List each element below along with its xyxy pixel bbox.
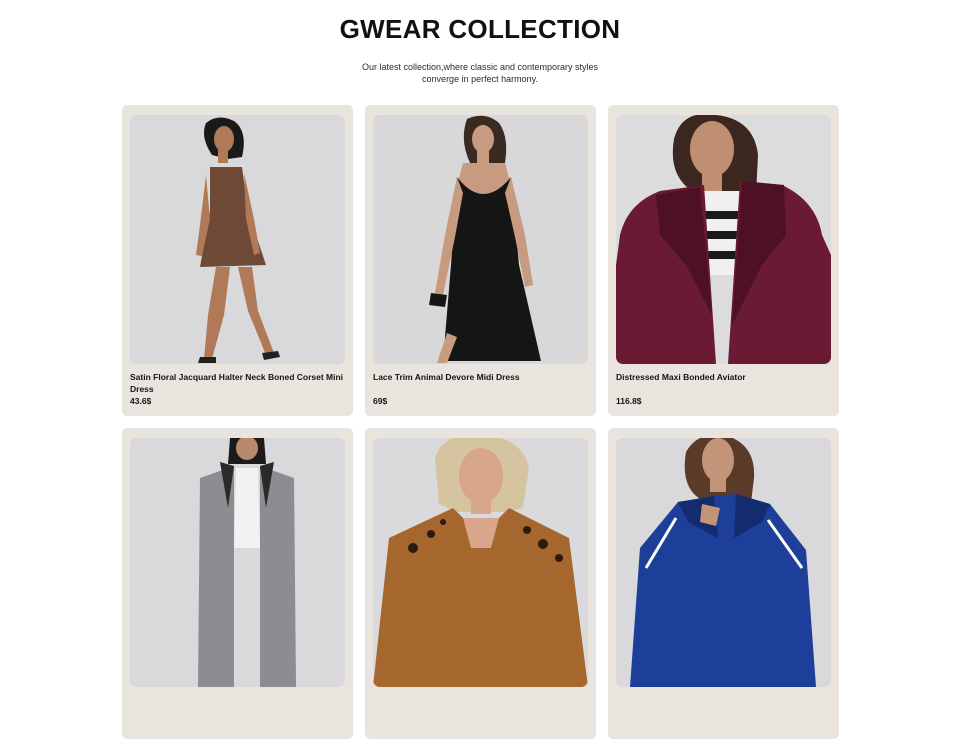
product-card[interactable] bbox=[608, 428, 839, 739]
product-image[interactable] bbox=[130, 115, 345, 364]
product-name[interactable] bbox=[130, 694, 345, 718]
product-price: 43.6$ bbox=[130, 396, 152, 406]
product-card[interactable] bbox=[122, 428, 353, 739]
product-card[interactable]: Distressed Maxi Bonded Aviator 116.8$ bbox=[608, 105, 839, 416]
page: GWEAR COLLECTION Our latest collection,w… bbox=[0, 0, 960, 739]
product-name[interactable]: Lace Trim Animal Devore Midi Dress bbox=[373, 371, 588, 395]
product-name[interactable]: Satin Floral Jacquard Halter Neck Boned … bbox=[130, 371, 345, 395]
model-brown-dress-illustration bbox=[130, 115, 345, 364]
page-subtitle: Our latest collection,where classic and … bbox=[361, 62, 599, 84]
product-card[interactable]: Satin Floral Jacquard Halter Neck Boned … bbox=[122, 105, 353, 416]
product-name[interactable] bbox=[373, 694, 588, 718]
page-title: GWEAR COLLECTION bbox=[339, 14, 621, 44]
model-leopard-jacket-illustration bbox=[373, 438, 588, 687]
model-burgundy-aviator-illustration bbox=[616, 115, 831, 364]
model-black-lace-dress-illustration bbox=[373, 115, 588, 364]
product-image[interactable] bbox=[373, 115, 588, 364]
product-grid: Satin Floral Jacquard Halter Neck Boned … bbox=[122, 105, 839, 739]
product-name[interactable] bbox=[616, 694, 831, 718]
model-blue-track-jacket-illustration bbox=[616, 438, 831, 687]
product-name[interactable]: Distressed Maxi Bonded Aviator bbox=[616, 371, 831, 395]
product-price: 116.8$ bbox=[616, 396, 642, 406]
product-image[interactable] bbox=[130, 438, 345, 687]
product-image[interactable] bbox=[616, 438, 831, 687]
product-image[interactable] bbox=[616, 115, 831, 364]
product-image[interactable] bbox=[373, 438, 588, 687]
product-card[interactable] bbox=[365, 428, 596, 739]
model-grey-coat-illustration bbox=[130, 438, 345, 687]
product-card[interactable]: Lace Trim Animal Devore Midi Dress 69$ bbox=[365, 105, 596, 416]
product-price: 69$ bbox=[373, 396, 388, 406]
